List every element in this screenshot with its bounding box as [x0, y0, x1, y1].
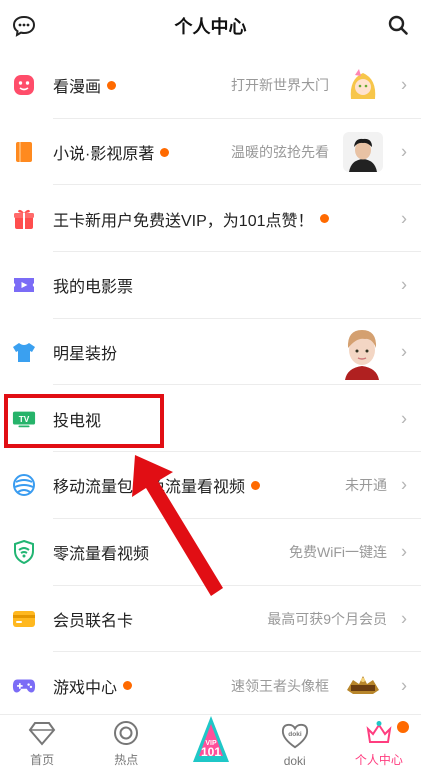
card-icon	[12, 607, 36, 631]
menu-item-subtitle: 未开通	[345, 477, 387, 494]
star-portrait-thumbnail	[339, 324, 385, 381]
menu-item-label: 小说·影视原著	[53, 140, 170, 164]
chevron-right-icon: ›	[401, 74, 407, 95]
notification-badge	[397, 721, 410, 733]
new-dot	[251, 480, 261, 490]
page-title: 个人中心	[174, 17, 247, 37]
menu-item-label: 王卡新用户免费送VIP，为101点赞！	[53, 207, 329, 231]
tshirt-icon	[12, 340, 36, 364]
chevron-right-icon: ›	[401, 408, 407, 429]
ticket-icon	[12, 273, 36, 297]
tab-hot[interactable]: 热点	[84, 715, 168, 774]
menu-item-label: 移动流量包，免流量看视频	[53, 473, 261, 497]
menu-item-subtitle: 最高可获9个月会员	[267, 610, 387, 627]
menu-item-vip-gift[interactable]: 王卡新用户免费送VIP，为101点赞！ ›	[0, 185, 421, 252]
crown-icon	[365, 719, 393, 747]
new-dot	[160, 147, 170, 157]
vip-101-icon: VIP 101	[191, 714, 231, 766]
mobile-data-icon	[12, 473, 36, 497]
new-dot	[319, 214, 329, 224]
tab-label: 首页	[30, 753, 55, 767]
svg-text:101: 101	[200, 745, 220, 759]
anime-girl-thumbnail	[343, 65, 383, 106]
menu-item-label: 我的电影票	[53, 279, 134, 297]
menu-item-subtitle: 速领王者头像框	[231, 677, 329, 694]
tab-home[interactable]: 首页	[0, 715, 84, 774]
menu-item-novels[interactable]: 小说·影视原著 温暖的弦抢先看 ›	[0, 119, 421, 186]
home-diamond-icon	[28, 719, 56, 747]
chevron-right-icon: ›	[401, 608, 407, 629]
menu-item-zero-data[interactable]: 零流量看视频 免费WiFi一键连 ›	[0, 519, 421, 586]
menu-item-movie-tickets[interactable]: 我的电影票 ›	[0, 252, 421, 319]
chevron-right-icon: ›	[401, 541, 407, 562]
menu-item-comics[interactable]: 看漫画 打开新世界大门 ›	[0, 52, 421, 119]
chevron-right-icon: ›	[401, 274, 407, 295]
menu-item-star-outfits[interactable]: 明星装扮 ›	[0, 319, 421, 386]
tab-label: doki	[283, 754, 306, 768]
menu-item-label: 看漫画	[53, 73, 117, 97]
menu-list: 看漫画 打开新世界大门 › 小说·影视原著 温暖的弦抢先看 › 王卡新用户免费送…	[0, 52, 421, 719]
chevron-right-icon: ›	[401, 141, 407, 162]
annotation-highlight-box	[4, 394, 164, 448]
gift-icon	[12, 207, 36, 231]
book-icon	[12, 140, 36, 164]
game-logo-thumbnail	[343, 665, 383, 706]
tab-label: 热点	[114, 753, 139, 767]
menu-item-label: 游戏中心	[53, 674, 133, 698]
menu-item-subtitle: 温暖的弦抢先看	[231, 144, 329, 161]
tab-vip-101[interactable]: VIP 101	[168, 715, 252, 774]
menu-item-label: 明星装扮	[53, 346, 118, 364]
menu-item-member-card[interactable]: 会员联名卡 最高可获9个月会员 ›	[0, 586, 421, 653]
tab-profile[interactable]: 个人中心	[337, 715, 421, 774]
bottom-tab-bar: 首页 热点 VIP 101 doki doki 个人中心	[0, 714, 421, 774]
chevron-right-icon: ›	[401, 474, 407, 495]
chevron-right-icon: ›	[401, 675, 407, 696]
hot-circle-icon	[112, 719, 140, 747]
shield-wifi-icon	[12, 540, 36, 565]
search-icon[interactable]	[387, 14, 409, 36]
chevron-right-icon: ›	[401, 208, 407, 229]
tab-doki[interactable]: doki doki	[253, 715, 337, 774]
message-icon[interactable]	[12, 15, 36, 37]
chevron-right-icon: ›	[401, 341, 407, 362]
header: 个人中心	[0, 0, 421, 52]
new-dot	[107, 80, 117, 90]
menu-item-mobile-data[interactable]: 移动流量包，免流量看视频 未开通 ›	[0, 452, 421, 519]
gamepad-icon	[12, 674, 36, 698]
tab-label: 个人中心	[354, 753, 403, 767]
svg-text:doki: doki	[288, 731, 302, 738]
man-portrait-thumbnail	[343, 132, 383, 173]
menu-item-game-center[interactable]: 游戏中心 速领王者头像框 ›	[0, 652, 421, 719]
menu-item-label: 会员联名卡	[53, 612, 134, 630]
menu-item-label: 零流量看视频	[53, 546, 150, 564]
doki-heart-icon: doki	[281, 722, 309, 750]
comic-icon	[12, 73, 36, 97]
menu-item-subtitle: 免费WiFi一键连	[289, 544, 387, 561]
menu-item-subtitle: 打开新世界大门	[231, 77, 329, 94]
new-dot	[123, 681, 133, 691]
